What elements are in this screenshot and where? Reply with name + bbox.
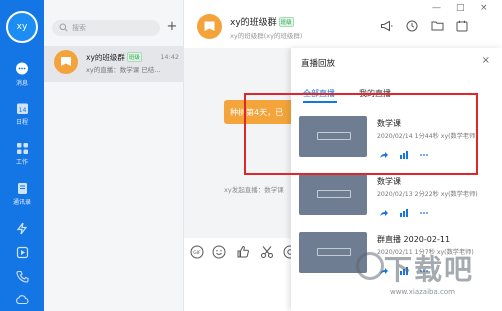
search-icon <box>59 23 68 32</box>
clock-icon <box>406 20 418 32</box>
stats-icon[interactable] <box>399 208 409 218</box>
panel-title: 直播回放 <box>301 59 336 69</box>
minimize-button[interactable]: — <box>432 3 441 13</box>
gif-icon[interactable]: GIF <box>190 245 204 259</box>
rail-label-contacts: 通讯录 <box>12 199 31 206</box>
rail-label-work: 工作 <box>15 159 28 166</box>
thumbs-up-icon[interactable] <box>236 245 250 259</box>
rail-item-phone[interactable] <box>0 270 44 283</box>
rail-item-messages[interactable]: 消息 <box>0 62 44 87</box>
group-logo-icon <box>61 57 71 66</box>
recording-actions <box>379 208 439 218</box>
conversation-preview: xy的直播：数学课 已结... <box>86 66 161 74</box>
files-button[interactable] <box>431 20 444 31</box>
conversation-time: 14:42 <box>160 53 179 61</box>
recording-title: 群直播 2020-02-11 <box>377 235 451 244</box>
search-placeholder: 搜索 <box>72 24 86 32</box>
thumbnail-logo <box>317 190 351 198</box>
close-window-button[interactable]: × <box>480 3 488 13</box>
watermark-url: www.xiazaiba.com <box>390 288 455 296</box>
conversation-list: 搜索 + xy的班级群 班级 14:42 xy的直播：数学课 已结... <box>44 0 184 311</box>
recording-title: 数学课 <box>377 177 401 186</box>
more-icon[interactable] <box>419 208 429 218</box>
watermark: 下载吧 www.xiazaiba.com <box>356 246 502 306</box>
conversation-name: xy的班级群 班级 <box>86 52 142 63</box>
history-button[interactable] <box>406 20 418 32</box>
svg-text:GIF: GIF <box>193 250 201 256</box>
contacts-icon <box>17 183 27 194</box>
panel-close-button[interactable]: × <box>482 55 490 66</box>
calendar-icon <box>456 20 468 32</box>
maximize-button[interactable]: □ <box>456 3 465 13</box>
system-message: xy发起直播：数学课 <box>224 186 284 194</box>
cloud-icon <box>16 295 29 305</box>
folder-icon <box>431 21 444 31</box>
megaphone-button[interactable] <box>380 20 393 32</box>
svg-text:14: 14 <box>18 107 26 114</box>
class-badge: 班级 <box>126 52 142 62</box>
highlight-box <box>244 93 478 175</box>
group-logo-icon <box>204 21 215 31</box>
play-icon <box>16 246 28 259</box>
phone-icon <box>15 270 29 283</box>
apps-icon <box>16 143 28 154</box>
chat-title: xy的班级群 班级 <box>230 15 294 28</box>
lightning-icon <box>16 222 28 235</box>
chat-title-text: xy的班级群 <box>230 18 277 28</box>
conversation-item[interactable]: xy的班级群 班级 14:42 xy的直播：数学课 已结... <box>44 46 183 82</box>
emoji-icon[interactable] <box>212 245 226 259</box>
recording-meta: 2020/02/13 2分22秒 xy(数学老师) <box>377 191 478 198</box>
add-button[interactable]: + <box>165 18 179 36</box>
rail-item-lightning[interactable] <box>0 222 44 235</box>
chat-class-badge: 班级 <box>278 17 294 27</box>
rail-label-messages: 消息 <box>15 80 28 87</box>
rail-label-schedule: 日程 <box>15 119 28 126</box>
chat-subtitle: xy的班级群(xy的班级群) <box>230 32 303 40</box>
chat-group-avatar[interactable] <box>197 14 222 39</box>
megaphone-icon <box>381 20 393 32</box>
app-window: xy 消息 14 日程 工作 通讯录 搜索 + xy的班级群 班级 14:42 … <box>0 0 502 311</box>
rail-item-play[interactable] <box>0 246 44 259</box>
left-rail: xy 消息 14 日程 工作 通讯录 <box>0 0 44 311</box>
group-avatar <box>54 50 78 74</box>
rail-item-contacts[interactable]: 通讯录 <box>0 182 44 206</box>
recording-thumbnail[interactable] <box>299 174 367 215</box>
rail-item-schedule[interactable]: 14 日程 <box>0 102 44 126</box>
rail-item-work[interactable]: 工作 <box>0 142 44 166</box>
calendar-button[interactable] <box>456 20 468 32</box>
search-input[interactable]: 搜索 <box>52 20 160 36</box>
watermark-logo-icon <box>356 252 384 280</box>
user-avatar[interactable]: xy <box>6 11 38 43</box>
calendar-icon: 14 <box>16 103 28 114</box>
chat-icon <box>16 62 28 75</box>
share-icon[interactable] <box>379 208 389 218</box>
recording-item[interactable]: 数学课 2020/02/13 2分22秒 xy(数学老师) <box>299 170 495 232</box>
rail-item-cloud[interactable] <box>0 294 44 305</box>
thumbnail-logo <box>317 248 351 256</box>
conversation-title: xy的班级群 <box>86 53 125 62</box>
scissors-icon[interactable] <box>260 245 274 259</box>
watermark-text: 下载吧 <box>384 253 475 286</box>
